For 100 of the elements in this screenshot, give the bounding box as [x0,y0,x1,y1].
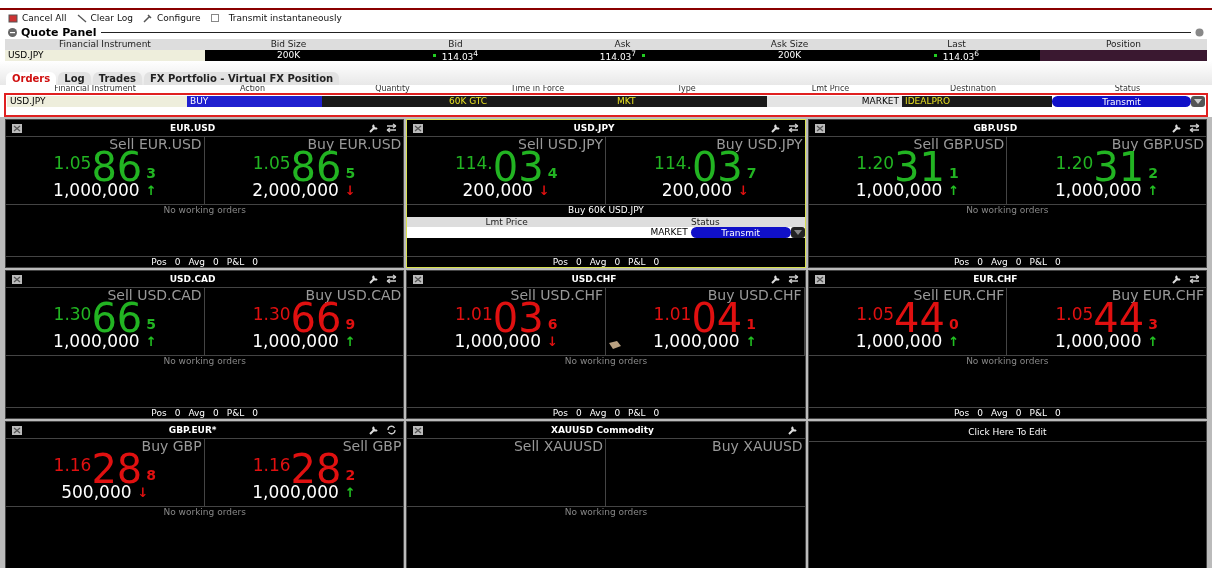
swap-icon[interactable] [787,123,799,133]
price-pip[interactable]: 8 [146,467,157,483]
side-label[interactable]: Sell GBP.USD [913,137,1007,151]
cancel-button[interactable]: Cancel All [8,13,67,23]
price-prefix[interactable]: 1.05 [53,153,92,173]
detach-icon[interactable] [12,123,22,133]
tab[interactable]: Orders [6,72,57,85]
price-pip[interactable]: 5 [345,165,356,181]
action-cell[interactable]: BUY [187,96,322,107]
side-label[interactable]: Buy EUR.CHF [1111,288,1206,302]
type-cell[interactable]: MKT [614,96,767,107]
side-label[interactable]: Buy USD.JPY [716,137,805,151]
swap-icon[interactable] [1189,274,1200,284]
side-label[interactable]: Buy GBP [141,439,204,453]
transmit-checkbox[interactable] [210,14,219,22]
wrench-icon[interactable] [369,274,381,284]
tick-icon [642,54,646,57]
footer-text: Avg [188,408,206,418]
side-label[interactable]: Buy XAUUSD [712,439,805,453]
side-label[interactable]: Buy USD.CAD [305,288,404,302]
price-prefix[interactable]: 1.05 [856,304,895,324]
size-value: 1,000,000 [653,332,740,350]
tab[interactable]: FX Portfolio - Virtual FX Position [143,72,340,85]
footer-text: 0 [575,408,582,418]
side-label[interactable]: Sell XAUUSD [513,439,605,453]
detach-icon[interactable] [12,425,22,435]
collapse-icon[interactable] [8,28,17,37]
detach-icon[interactable] [814,274,825,284]
side-label[interactable]: Sell EUR.CHF [913,288,1007,302]
price-prefix[interactable]: 1.16 [252,455,291,475]
configure-button[interactable]: Configure [143,13,201,23]
caret-icon [793,230,802,235]
price-prefix[interactable]: 1.01 [653,304,692,324]
swap-icon[interactable] [787,274,799,284]
side-label[interactable]: Sell USD.JPY [518,137,605,151]
wrench-icon[interactable] [1172,274,1183,284]
price-pip[interactable]: 3 [1148,316,1158,332]
quantity-cell[interactable]: 60K GTC [322,96,614,107]
price-pip[interactable]: 4 [547,165,558,181]
price-prefix[interactable]: 1.30 [252,304,291,324]
tile-panel[interactable]: XAUUSD Commodity Sell XAUUSD Buy XAUUSD No working orders [406,421,806,568]
tick-arrow: ↑ [145,182,157,198]
price-prefix[interactable]: 1.05 [1055,304,1094,324]
detach-icon[interactable] [413,123,424,133]
side-label[interactable]: Buy GBP.USD [1111,137,1206,151]
side-label[interactable]: Sell EUR.USD [109,137,204,151]
wrench-icon[interactable] [369,425,381,435]
lmt-price-cell[interactable]: MARKET [407,227,691,238]
price-pip[interactable]: 9 [345,316,356,332]
tile-title: EUR.CHF [972,274,1019,284]
price-pip[interactable]: 2 [1148,165,1158,181]
clear-button[interactable]: Clear Log [76,13,133,23]
swap-icon[interactable] [386,274,398,284]
price-pip[interactable]: 6 [547,316,558,332]
detach-icon[interactable] [814,123,825,133]
swap-icon[interactable] [1189,123,1200,133]
side-label[interactable]: Buy EUR.USD [307,137,404,151]
refresh-icon[interactable] [386,425,398,435]
price-prefix[interactable]: 1.05 [252,153,291,173]
orders-status: No working orders [563,507,649,517]
edit-link[interactable]: Click Here To Edit [808,422,1206,442]
price-pip[interactable]: 2 [345,467,356,483]
side-label[interactable]: Sell USD.CHF [510,288,605,302]
price-prefix[interactable]: 1.01 [454,304,493,324]
book-icon[interactable] [609,341,621,349]
price-prefix[interactable]: 1.20 [856,153,895,173]
dropdown-button[interactable] [1191,96,1205,107]
price-pip[interactable]: 0 [949,316,959,332]
transmit-button[interactable]: Transmit [1052,96,1191,107]
caret-icon [1194,99,1202,104]
detach-icon[interactable] [413,274,424,284]
detach-icon[interactable] [12,274,22,284]
wrench-icon[interactable] [369,123,381,133]
price-pip[interactable]: 5 [146,316,157,332]
price-pip[interactable]: 1 [746,316,757,332]
destination-cell[interactable]: IDEALPRO [902,96,1052,107]
price-prefix[interactable]: 114. [654,153,692,173]
footer-text: 0 [1054,257,1061,267]
price-pip[interactable]: 3 [146,165,157,181]
price-prefix[interactable]: 114. [454,153,493,173]
tab[interactable]: Trades [92,72,142,85]
side-label[interactable]: Buy USD.CHF [707,288,804,302]
side-label[interactable]: Sell GBP [342,439,404,453]
wrench-icon[interactable] [787,425,799,435]
instrument-cell: USD.JPY [5,50,205,61]
price-prefix[interactable]: 1.16 [53,455,92,475]
transmit-button[interactable]: Transmit [690,227,791,238]
tab[interactable]: Log [58,72,91,85]
wrench-icon[interactable] [770,123,782,133]
detach-icon[interactable] [413,425,424,435]
price-pip[interactable]: 7 [746,165,757,181]
price-prefix[interactable]: 1.20 [1055,153,1094,173]
dropdown-button[interactable] [790,227,805,238]
wrench-icon[interactable] [770,274,782,284]
wrench-icon[interactable] [1172,123,1183,133]
side-label[interactable]: Sell USD.CAD [107,288,204,302]
swap-icon[interactable] [386,123,398,133]
lmt-price-cell[interactable]: MARKET [767,96,902,107]
price-pip[interactable]: 1 [949,165,959,181]
price-prefix[interactable]: 1.30 [53,304,92,324]
